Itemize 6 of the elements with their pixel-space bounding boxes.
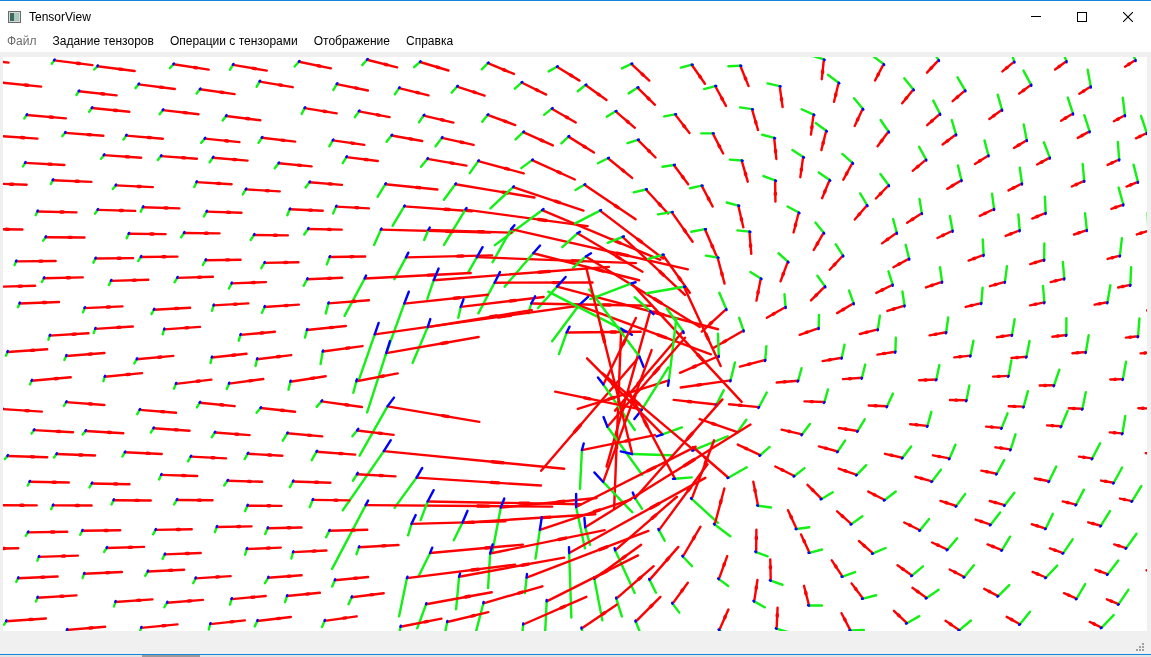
close-icon [1123,11,1133,22]
minimize-icon [1031,16,1041,17]
app-icon [8,10,21,23]
resize-grip-icon[interactable] [1136,643,1144,651]
maximize-icon [1077,11,1087,22]
window-title: TensorView [29,9,91,24]
